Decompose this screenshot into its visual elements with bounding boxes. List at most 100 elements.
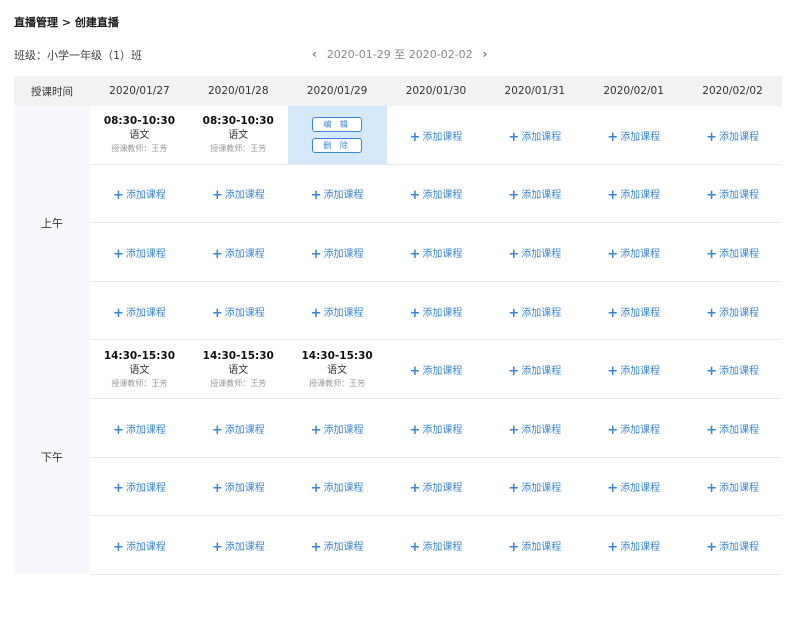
cell-actions: 编 辑 删 除 bbox=[288, 116, 387, 153]
breadcrumb-root[interactable]: 直播管理 bbox=[14, 16, 58, 29]
add-course-label: 添加课程 bbox=[521, 131, 562, 143]
schedule-table: 授课时间 2020/01/27 2020/01/28 2020/01/29 20… bbox=[14, 76, 782, 575]
add-course-button[interactable]: + 添加课程 bbox=[211, 422, 265, 438]
add-course-button[interactable]: + 添加课程 bbox=[311, 540, 364, 555]
add-course-button[interactable]: + 添加课程 bbox=[508, 539, 561, 555]
plus-icon: + bbox=[211, 422, 223, 438]
add-course-label: 添加课程 bbox=[620, 366, 661, 378]
add-course-label: 添加课程 bbox=[224, 483, 265, 495]
plus-icon: + bbox=[112, 422, 124, 438]
add-cell: + 添加课程 bbox=[386, 281, 486, 341]
delete-button[interactable]: 删 除 bbox=[312, 137, 362, 153]
course-teacher: 授课教师：王芳 bbox=[210, 378, 267, 388]
add-course-button[interactable]: + 添加课程 bbox=[113, 481, 166, 496]
course-cell[interactable]: 14:30-15:30 语文 授课教师：王芳 bbox=[90, 339, 189, 399]
course-cell[interactable]: 08:30-10:30 语文 授课教师：王芳 bbox=[90, 106, 189, 165]
add-cell: + 添加课程 bbox=[188, 457, 288, 517]
add-cell: + 添加课程 bbox=[188, 515, 288, 575]
add-cell: + 添加课程 bbox=[90, 281, 189, 341]
add-course-button[interactable]: + 添加课程 bbox=[508, 306, 561, 321]
add-course-button[interactable]: + 添加课程 bbox=[508, 130, 562, 145]
add-course-button[interactable]: + 添加课程 bbox=[508, 481, 561, 496]
add-course-label: 添加课程 bbox=[620, 131, 661, 143]
add-course-button[interactable]: + 添加课程 bbox=[113, 306, 166, 321]
add-course-button[interactable]: + 添加课程 bbox=[706, 364, 759, 379]
add-course-button[interactable]: + 添加课程 bbox=[706, 305, 759, 321]
add-course-button[interactable]: + 添加课程 bbox=[410, 481, 463, 496]
add-course-button[interactable]: + 添加课程 bbox=[311, 188, 364, 203]
add-course-button[interactable]: + 添加课程 bbox=[706, 188, 759, 203]
add-course-button[interactable]: + 添加课程 bbox=[212, 188, 265, 203]
table-row: + 添加课程 + 添加课程 + 添加课程 + 添加课程 + 添加课程 + 添加课程 + 添加课… bbox=[14, 515, 782, 575]
add-course-button[interactable]: + 添加课程 bbox=[410, 306, 463, 321]
add-course-button[interactable]: + 添加课程 bbox=[410, 130, 463, 145]
add-course-button[interactable]: + 添加课程 bbox=[410, 364, 463, 379]
add-course-label: 添加课程 bbox=[620, 248, 661, 260]
add-course-button[interactable]: + 添加课程 bbox=[508, 246, 561, 262]
plus-icon: + bbox=[706, 305, 717, 321]
add-course-button[interactable]: + 添加课程 bbox=[706, 540, 759, 555]
add-course-button[interactable]: + 添加课程 bbox=[607, 423, 660, 438]
selected-cell[interactable]: 编 辑 删 除 bbox=[287, 106, 387, 165]
add-course-button[interactable]: + 添加课程 bbox=[409, 539, 463, 555]
add-course-button[interactable]: + 添加课程 bbox=[607, 540, 660, 555]
add-course-button[interactable]: + 添加课程 bbox=[607, 247, 661, 262]
plus-icon: + bbox=[409, 539, 421, 555]
date-header: 2020/02/01 bbox=[584, 76, 684, 106]
add-course-button[interactable]: + 添加课程 bbox=[113, 540, 166, 555]
add-course-button[interactable]: + 添加课程 bbox=[706, 247, 759, 262]
chevron-left-icon[interactable]: ‹ bbox=[310, 47, 319, 61]
date-header: 2020/02/02 bbox=[683, 76, 782, 106]
add-course-button[interactable]: + 添加课程 bbox=[112, 246, 166, 262]
date-header: 2020/01/28 bbox=[188, 76, 288, 106]
add-cell: + 添加课程 bbox=[584, 222, 684, 282]
date-range-nav: ‹ 2020-01-29 至 2020-02-02 › bbox=[310, 46, 489, 62]
add-cell: + 添加课程 bbox=[386, 339, 486, 399]
add-course-button[interactable]: + 添加课程 bbox=[311, 247, 364, 262]
plus-icon: + bbox=[112, 246, 124, 262]
add-course-button[interactable]: + 添加课程 bbox=[607, 130, 661, 145]
add-cell: + 添加课程 bbox=[386, 515, 486, 575]
add-course-button[interactable]: + 添加课程 bbox=[508, 188, 561, 203]
course-cell[interactable]: 08:30-10:30 语文 授课教师：王芳 bbox=[188, 106, 288, 165]
add-course-button[interactable]: + 添加课程 bbox=[212, 481, 265, 496]
plus-icon: + bbox=[508, 246, 520, 262]
add-course-label: 添加课程 bbox=[125, 307, 166, 319]
add-course-button[interactable]: + 添加课程 bbox=[706, 481, 759, 496]
add-cell: + 添加课程 bbox=[584, 164, 684, 224]
date-header: 2020/01/27 bbox=[90, 76, 189, 106]
plus-icon: + bbox=[706, 129, 717, 145]
add-course-button[interactable]: + 添加课程 bbox=[410, 423, 463, 438]
add-course-button[interactable]: + 添加课程 bbox=[607, 306, 661, 321]
add-course-label: 添加课程 bbox=[620, 483, 661, 495]
add-course-button[interactable]: + 添加课程 bbox=[508, 364, 561, 379]
add-course-button[interactable]: + 添加课程 bbox=[409, 188, 463, 204]
add-course-button[interactable]: + 添加课程 bbox=[607, 481, 661, 497]
plus-icon: + bbox=[211, 305, 223, 321]
add-course-button[interactable]: + 添加课程 bbox=[410, 247, 463, 262]
add-course-button[interactable]: + 添加课程 bbox=[607, 188, 660, 203]
add-course-label: 添加课程 bbox=[620, 307, 661, 319]
add-cell: + 添加课程 bbox=[584, 281, 684, 341]
add-course-button[interactable]: + 添加课程 bbox=[311, 306, 364, 321]
edit-button[interactable]: 编 辑 bbox=[312, 116, 362, 132]
chevron-right-icon[interactable]: › bbox=[481, 47, 490, 61]
add-course-button[interactable]: + 添加课程 bbox=[607, 364, 661, 379]
course-card: 14:30-15:30 语文 授课教师：王芳 bbox=[90, 349, 189, 390]
add-course-button[interactable]: + 添加课程 bbox=[311, 423, 364, 438]
add-course-button[interactable]: + 添加课程 bbox=[508, 423, 561, 438]
plus-icon: + bbox=[409, 188, 421, 204]
add-course-button[interactable]: + 添加课程 bbox=[706, 129, 759, 145]
plus-icon: + bbox=[607, 481, 619, 497]
add-course-button[interactable]: + 添加课程 bbox=[211, 305, 265, 321]
add-course-button[interactable]: + 添加课程 bbox=[112, 188, 166, 204]
add-course-button[interactable]: + 添加课程 bbox=[311, 481, 364, 496]
plus-icon: + bbox=[112, 188, 124, 204]
add-course-button[interactable]: + 添加课程 bbox=[212, 247, 265, 262]
course-cell[interactable]: 14:30-15:30 语文 授课教师：王芳 bbox=[188, 339, 288, 399]
add-course-button[interactable]: + 添加课程 bbox=[706, 423, 759, 438]
add-course-button[interactable]: + 添加课程 bbox=[212, 540, 265, 555]
add-course-button[interactable]: + 添加课程 bbox=[112, 422, 166, 438]
plus-icon: + bbox=[508, 539, 520, 555]
course-cell[interactable]: 14:30-15:30 语文 授课教师：王芳 bbox=[287, 339, 387, 399]
